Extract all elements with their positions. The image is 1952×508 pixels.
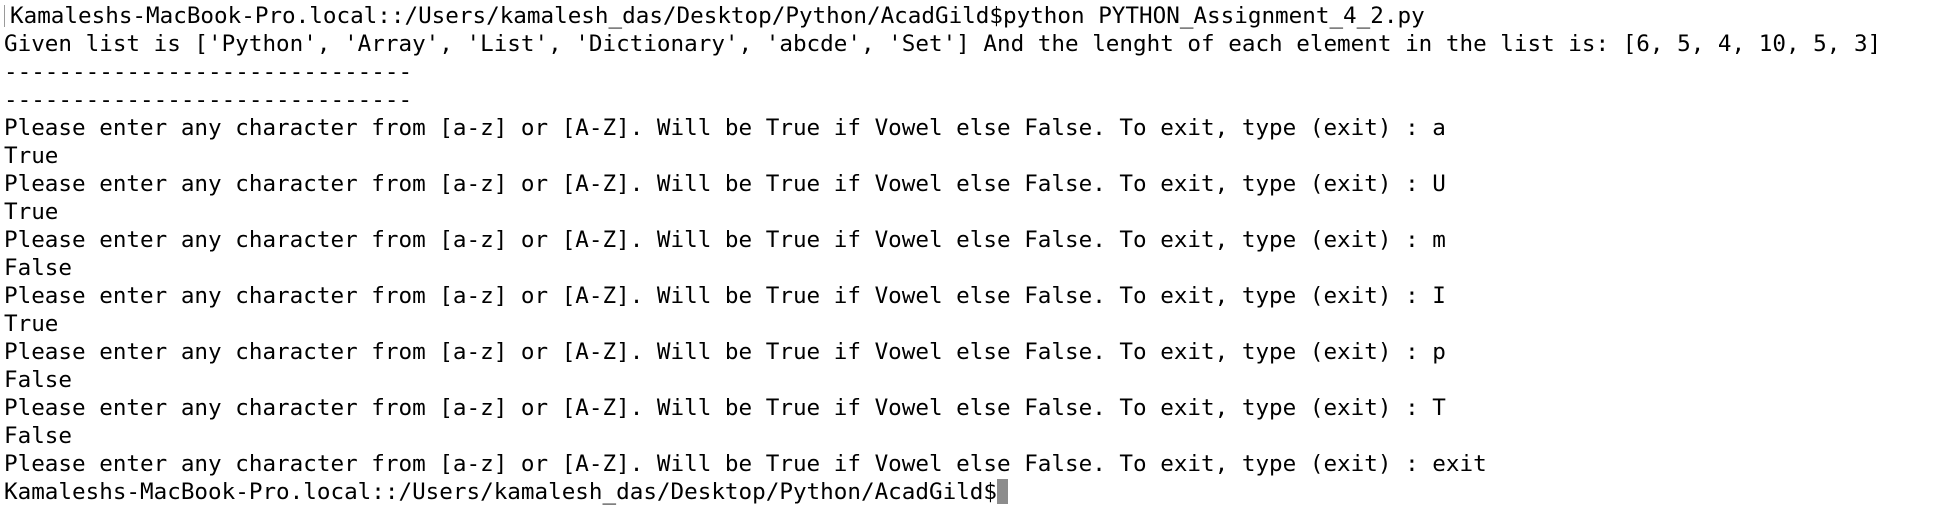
- result-line: False: [4, 367, 73, 393]
- separator-line: ------------------------------: [4, 87, 413, 113]
- separator-line: ------------------------------: [4, 59, 413, 85]
- input-prompt-line: Please enter any character from [a-z] or…: [4, 339, 1446, 365]
- result-line: True: [4, 143, 59, 169]
- shell-prompt-line[interactable]: Kamaleshs-MacBook-Pro.local::/Users/kama…: [4, 478, 1952, 506]
- result-line: False: [4, 423, 73, 449]
- input-prompt-line: Please enter any character from [a-z] or…: [4, 227, 1446, 253]
- text-cursor[interactable]: [997, 479, 1008, 504]
- result-line: False: [4, 255, 73, 281]
- selection-marker: [4, 5, 8, 27]
- result-line: True: [4, 311, 59, 337]
- terminal-window[interactable]: Kamaleshs-MacBook-Pro.local::/Users/kama…: [0, 0, 1952, 508]
- output-line: Given list is ['Python', 'Array', 'List'…: [4, 31, 1882, 57]
- input-prompt-line: Please enter any character from [a-z] or…: [4, 395, 1446, 421]
- command-text: Kamaleshs-MacBook-Pro.local::/Users/kama…: [10, 3, 1425, 29]
- input-prompt-line: Please enter any character from [a-z] or…: [4, 451, 1487, 477]
- input-prompt-line: Please enter any character from [a-z] or…: [4, 171, 1446, 197]
- shell-prompt: Kamaleshs-MacBook-Pro.local::/Users/kama…: [4, 479, 997, 505]
- input-prompt-line: Please enter any character from [a-z] or…: [4, 283, 1446, 309]
- command-line: Kamaleshs-MacBook-Pro.local::/Users/kama…: [4, 2, 1952, 30]
- result-line: True: [4, 199, 59, 225]
- input-prompt-line: Please enter any character from [a-z] or…: [4, 115, 1446, 141]
